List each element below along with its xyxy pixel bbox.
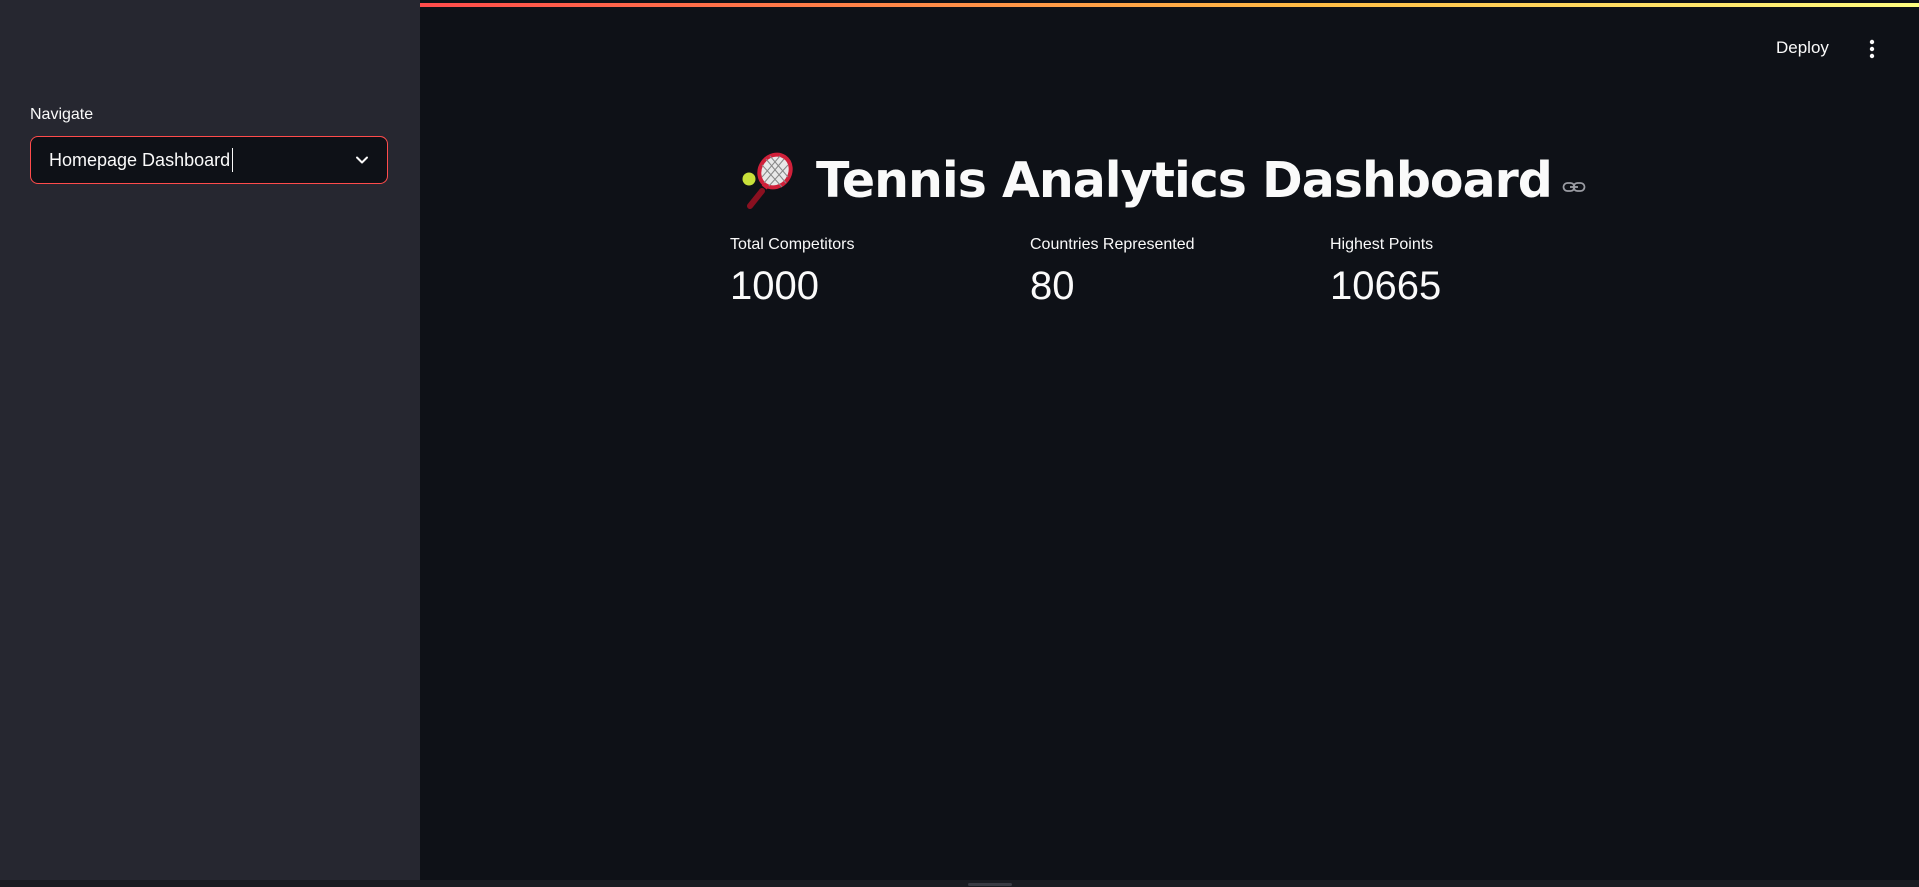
metric-value: 10665 <box>1330 264 1442 308</box>
app-root: Navigate Homepage Dashboard Deploy Tenni… <box>0 0 1919 887</box>
metric-label: Total Competitors <box>730 236 855 253</box>
metric-label: Countries Represented <box>1030 236 1195 253</box>
sidebar: Navigate Homepage Dashboard <box>0 0 420 880</box>
more-vert-icon[interactable] <box>1862 38 1882 60</box>
resize-handle[interactable] <box>968 883 1012 886</box>
tennis-racket-icon <box>742 152 793 209</box>
deploy-button[interactable]: Deploy <box>1776 38 1829 58</box>
navigate-select-value: Homepage Dashboard <box>49 149 231 170</box>
page-title: Tennis Analytics Dashboard <box>740 145 1586 215</box>
header-decoration-bar <box>420 3 1919 7</box>
navigate-select[interactable]: Homepage Dashboard <box>30 136 388 184</box>
text-caret <box>232 148 234 172</box>
metric-label: Highest Points <box>1330 236 1434 253</box>
link-icon[interactable] <box>1562 179 1586 195</box>
metric-value: 80 <box>1030 264 1075 308</box>
metric-highest-points: Highest Points 10665 <box>1330 236 1441 309</box>
metric-total-competitors: Total Competitors 1000 <box>730 236 855 309</box>
bottom-strip <box>0 880 1919 887</box>
navigate-label: Navigate <box>30 106 94 123</box>
metric-countries-represented: Countries Represented 80 <box>1030 236 1195 309</box>
title-text: Tennis Analytics Dashboard <box>816 151 1553 209</box>
chevron-down-icon <box>356 156 368 164</box>
metric-value: 1000 <box>730 264 819 308</box>
main-content <box>420 0 1919 880</box>
